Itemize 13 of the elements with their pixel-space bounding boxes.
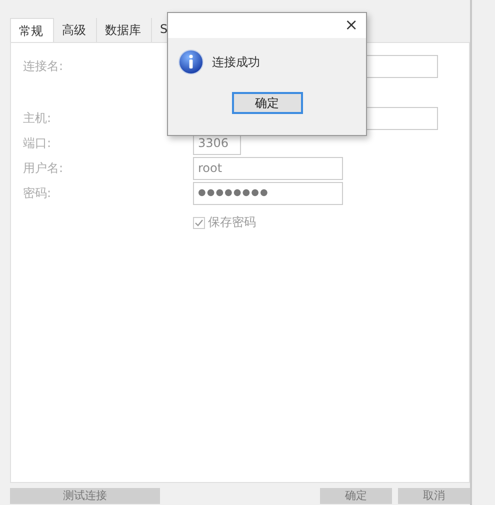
message-text: 连接成功 bbox=[212, 54, 260, 70]
close-button[interactable]: × bbox=[336, 13, 366, 38]
password-field[interactable]: ●●●●●●●● bbox=[193, 182, 343, 205]
tab[interactable]: 常规 bbox=[10, 18, 54, 42]
info-icon bbox=[178, 49, 204, 75]
field-label: 用户名: bbox=[23, 160, 64, 177]
field-label: 主机: bbox=[23, 110, 52, 127]
ok-button[interactable]: 确定 bbox=[232, 92, 302, 114]
field-label: 连接名: bbox=[23, 58, 64, 75]
field-label: 端口: bbox=[23, 135, 52, 152]
field-label: 密码: bbox=[23, 185, 52, 202]
input-field[interactable]: root bbox=[193, 157, 343, 180]
checkbox-label: 保存密码 bbox=[208, 214, 256, 231]
